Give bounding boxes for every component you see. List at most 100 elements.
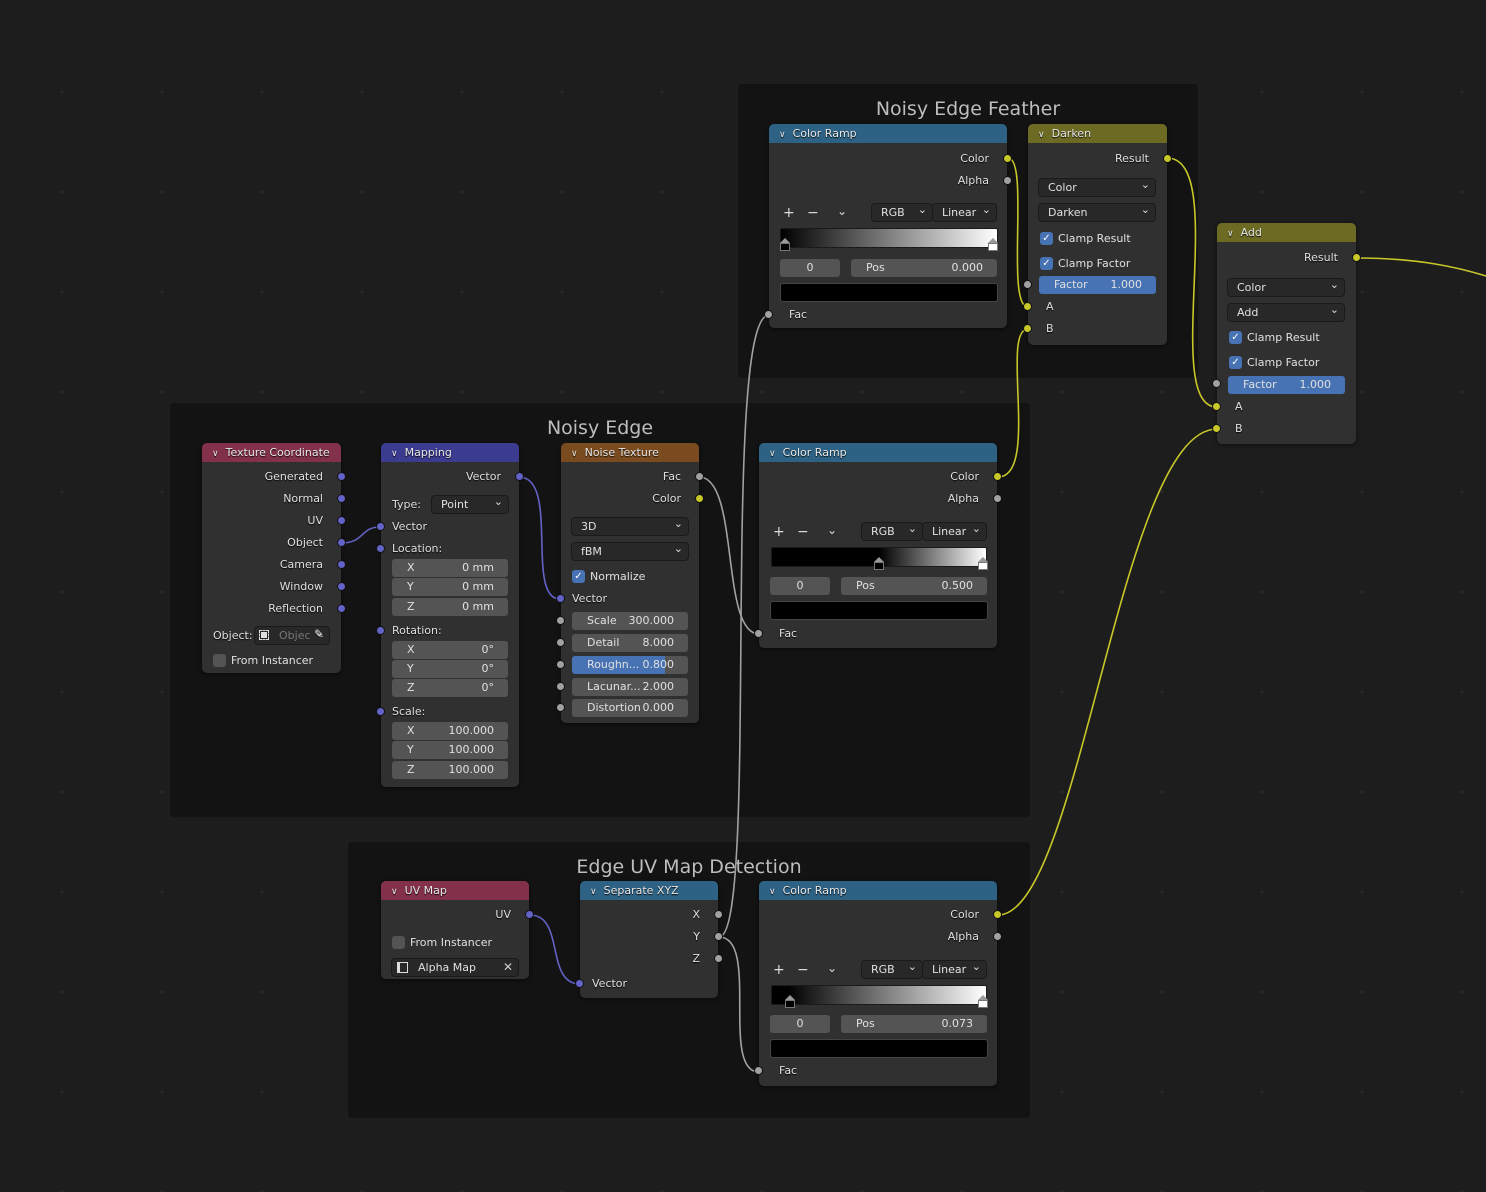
- node-header[interactable]: ∨ Separate XYZ: [580, 881, 718, 900]
- distortion-field[interactable]: Distortion 0.000: [572, 699, 688, 717]
- remove-stop-button[interactable]: −: [807, 206, 819, 220]
- socket-vector-output[interactable]: [515, 472, 524, 481]
- interpolation-dropdown[interactable]: Linear: [922, 520, 987, 541]
- socket-b-input[interactable]: [1212, 424, 1221, 433]
- active-stop-index-field[interactable]: 0: [770, 577, 830, 595]
- node-header[interactable]: ∨ Noise Texture: [561, 443, 699, 462]
- location-x-field[interactable]: X 0 mm: [392, 559, 508, 577]
- ramp-menu-button[interactable]: ⌄: [827, 961, 837, 975]
- collapse-chevron-icon[interactable]: ∨: [212, 445, 219, 464]
- socket-uv-output[interactable]: [525, 910, 534, 919]
- collapse-chevron-icon[interactable]: ∨: [571, 445, 578, 464]
- socket-rotation-input[interactable]: [376, 626, 385, 635]
- socket-location-input[interactable]: [376, 544, 385, 553]
- scale-z-field[interactable]: Z 100.000: [392, 761, 508, 779]
- collapse-chevron-icon[interactable]: ∨: [590, 883, 597, 902]
- node-color-ramp-feather[interactable]: ∨ Color Ramp Color Alpha + − ⌄ RGB Linear…: [764, 124, 1012, 328]
- factor-field[interactable]: Factor 1.000: [1228, 376, 1345, 394]
- collapse-chevron-icon[interactable]: ∨: [1227, 225, 1234, 244]
- clamp-factor-checkbox[interactable]: ✓: [1040, 257, 1053, 270]
- dimensions-dropdown[interactable]: 3D: [571, 515, 689, 536]
- node-mapping[interactable]: ∨ Mapping Vector Type: Point Vector Locat…: [376, 443, 524, 787]
- rotation-z-field[interactable]: Z 0°: [392, 679, 508, 697]
- socket-detail-input[interactable]: [556, 638, 565, 647]
- node-header[interactable]: ∨ Color Ramp: [759, 443, 997, 462]
- location-y-field[interactable]: Y 0 mm: [392, 578, 508, 596]
- socket-normal-output[interactable]: [337, 494, 346, 503]
- add-stop-button[interactable]: +: [773, 525, 785, 539]
- from-instancer-checkbox[interactable]: [392, 936, 405, 949]
- detail-field[interactable]: Detail 8.000: [572, 634, 688, 652]
- socket-camera-output[interactable]: [337, 560, 346, 569]
- color-mode-dropdown[interactable]: RGB: [871, 201, 933, 222]
- from-instancer-checkbox[interactable]: [213, 654, 226, 667]
- socket-fac-input[interactable]: [754, 1066, 763, 1075]
- ramp-stop-white[interactable]: [988, 238, 998, 252]
- socket-result-output[interactable]: [1352, 253, 1361, 262]
- clear-icon[interactable]: ✕: [503, 960, 513, 974]
- socket-factor-input[interactable]: [1023, 280, 1032, 289]
- scale-x-field[interactable]: X 100.000: [392, 722, 508, 740]
- socket-alpha-output[interactable]: [1003, 176, 1012, 185]
- socket-alpha-output[interactable]: [993, 932, 1002, 941]
- roughness-slider[interactable]: Roughn... 0.800: [572, 656, 688, 674]
- socket-reflection-output[interactable]: [337, 604, 346, 613]
- node-header[interactable]: ∨ Color Ramp: [759, 881, 997, 900]
- socket-result-output[interactable]: [1163, 154, 1172, 163]
- socket-lacunarity-input[interactable]: [556, 682, 565, 691]
- socket-object-output[interactable]: [337, 538, 346, 547]
- node-header[interactable]: ∨ Darken: [1028, 124, 1167, 143]
- socket-color-output[interactable]: [1003, 154, 1012, 163]
- socket-a-input[interactable]: [1023, 302, 1032, 311]
- color-mode-dropdown[interactable]: RGB: [861, 958, 923, 979]
- stop-color-swatch[interactable]: [770, 1039, 988, 1058]
- node-separate-xyz[interactable]: ∨ Separate XYZ X Y Z Vector: [575, 881, 723, 998]
- collapse-chevron-icon[interactable]: ∨: [779, 126, 786, 145]
- scale-field[interactable]: Scale 300.000: [572, 612, 688, 630]
- noise-type-dropdown[interactable]: fBM: [571, 540, 689, 561]
- stop-color-swatch[interactable]: [770, 601, 988, 620]
- node-add[interactable]: ∨ Add Result Color Add ✓ Clamp Result ✓ C…: [1212, 223, 1361, 444]
- data-type-dropdown[interactable]: Color: [1227, 276, 1345, 297]
- socket-vector-input[interactable]: [556, 594, 565, 603]
- socket-uv-output[interactable]: [337, 516, 346, 525]
- add-stop-button[interactable]: +: [773, 963, 785, 977]
- collapse-chevron-icon[interactable]: ∨: [391, 883, 398, 902]
- clamp-factor-checkbox[interactable]: ✓: [1229, 356, 1242, 369]
- color-ramp-gradient[interactable]: [780, 228, 998, 248]
- socket-x-output[interactable]: [714, 910, 723, 919]
- color-ramp-gradient[interactable]: [771, 985, 987, 1005]
- stop-position-field[interactable]: Pos 0.000: [851, 259, 997, 277]
- socket-color-output[interactable]: [993, 472, 1002, 481]
- node-noise-texture[interactable]: ∨ Noise Texture Fac Color 3D fBM ✓ Normal…: [556, 443, 704, 723]
- eyedropper-icon[interactable]: ✎: [314, 627, 324, 641]
- ramp-stop-white[interactable]: [978, 557, 988, 571]
- socket-window-output[interactable]: [337, 582, 346, 591]
- node-uv-map[interactable]: ∨ UV Map UV From Instancer Alpha Map ✕: [381, 881, 534, 979]
- node-header[interactable]: ∨ Texture Coordinate: [202, 443, 341, 462]
- ramp-stop-white[interactable]: [978, 995, 988, 1009]
- lacunarity-field[interactable]: Lacunar... 2.000: [572, 678, 688, 696]
- clamp-result-checkbox[interactable]: ✓: [1040, 232, 1053, 245]
- normalize-checkbox[interactable]: ✓: [572, 570, 585, 583]
- ramp-stop-black[interactable]: [785, 995, 795, 1009]
- node-header[interactable]: ∨ Mapping: [381, 443, 519, 462]
- remove-stop-button[interactable]: −: [797, 963, 809, 977]
- socket-y-output[interactable]: [714, 932, 723, 941]
- node-header[interactable]: ∨ Color Ramp: [769, 124, 1007, 143]
- socket-a-input[interactable]: [1212, 402, 1221, 411]
- ramp-menu-button[interactable]: ⌄: [827, 523, 837, 537]
- socket-generated-output[interactable]: [337, 472, 346, 481]
- socket-scale-input[interactable]: [376, 707, 385, 716]
- type-dropdown[interactable]: Point: [431, 493, 509, 514]
- ramp-menu-button[interactable]: ⌄: [837, 204, 847, 218]
- rotation-y-field[interactable]: Y 0°: [392, 660, 508, 678]
- node-color-ramp-noise[interactable]: ∨ Color Ramp Color Alpha + − ⌄ RGB Linear…: [754, 443, 1002, 648]
- ramp-stop-black[interactable]: [780, 238, 790, 252]
- socket-scale-input[interactable]: [556, 616, 565, 625]
- collapse-chevron-icon[interactable]: ∨: [1038, 126, 1045, 145]
- location-z-field[interactable]: Z 0 mm: [392, 598, 508, 616]
- socket-vector-input[interactable]: [376, 522, 385, 531]
- collapse-chevron-icon[interactable]: ∨: [391, 445, 398, 464]
- clamp-result-checkbox[interactable]: ✓: [1229, 331, 1242, 344]
